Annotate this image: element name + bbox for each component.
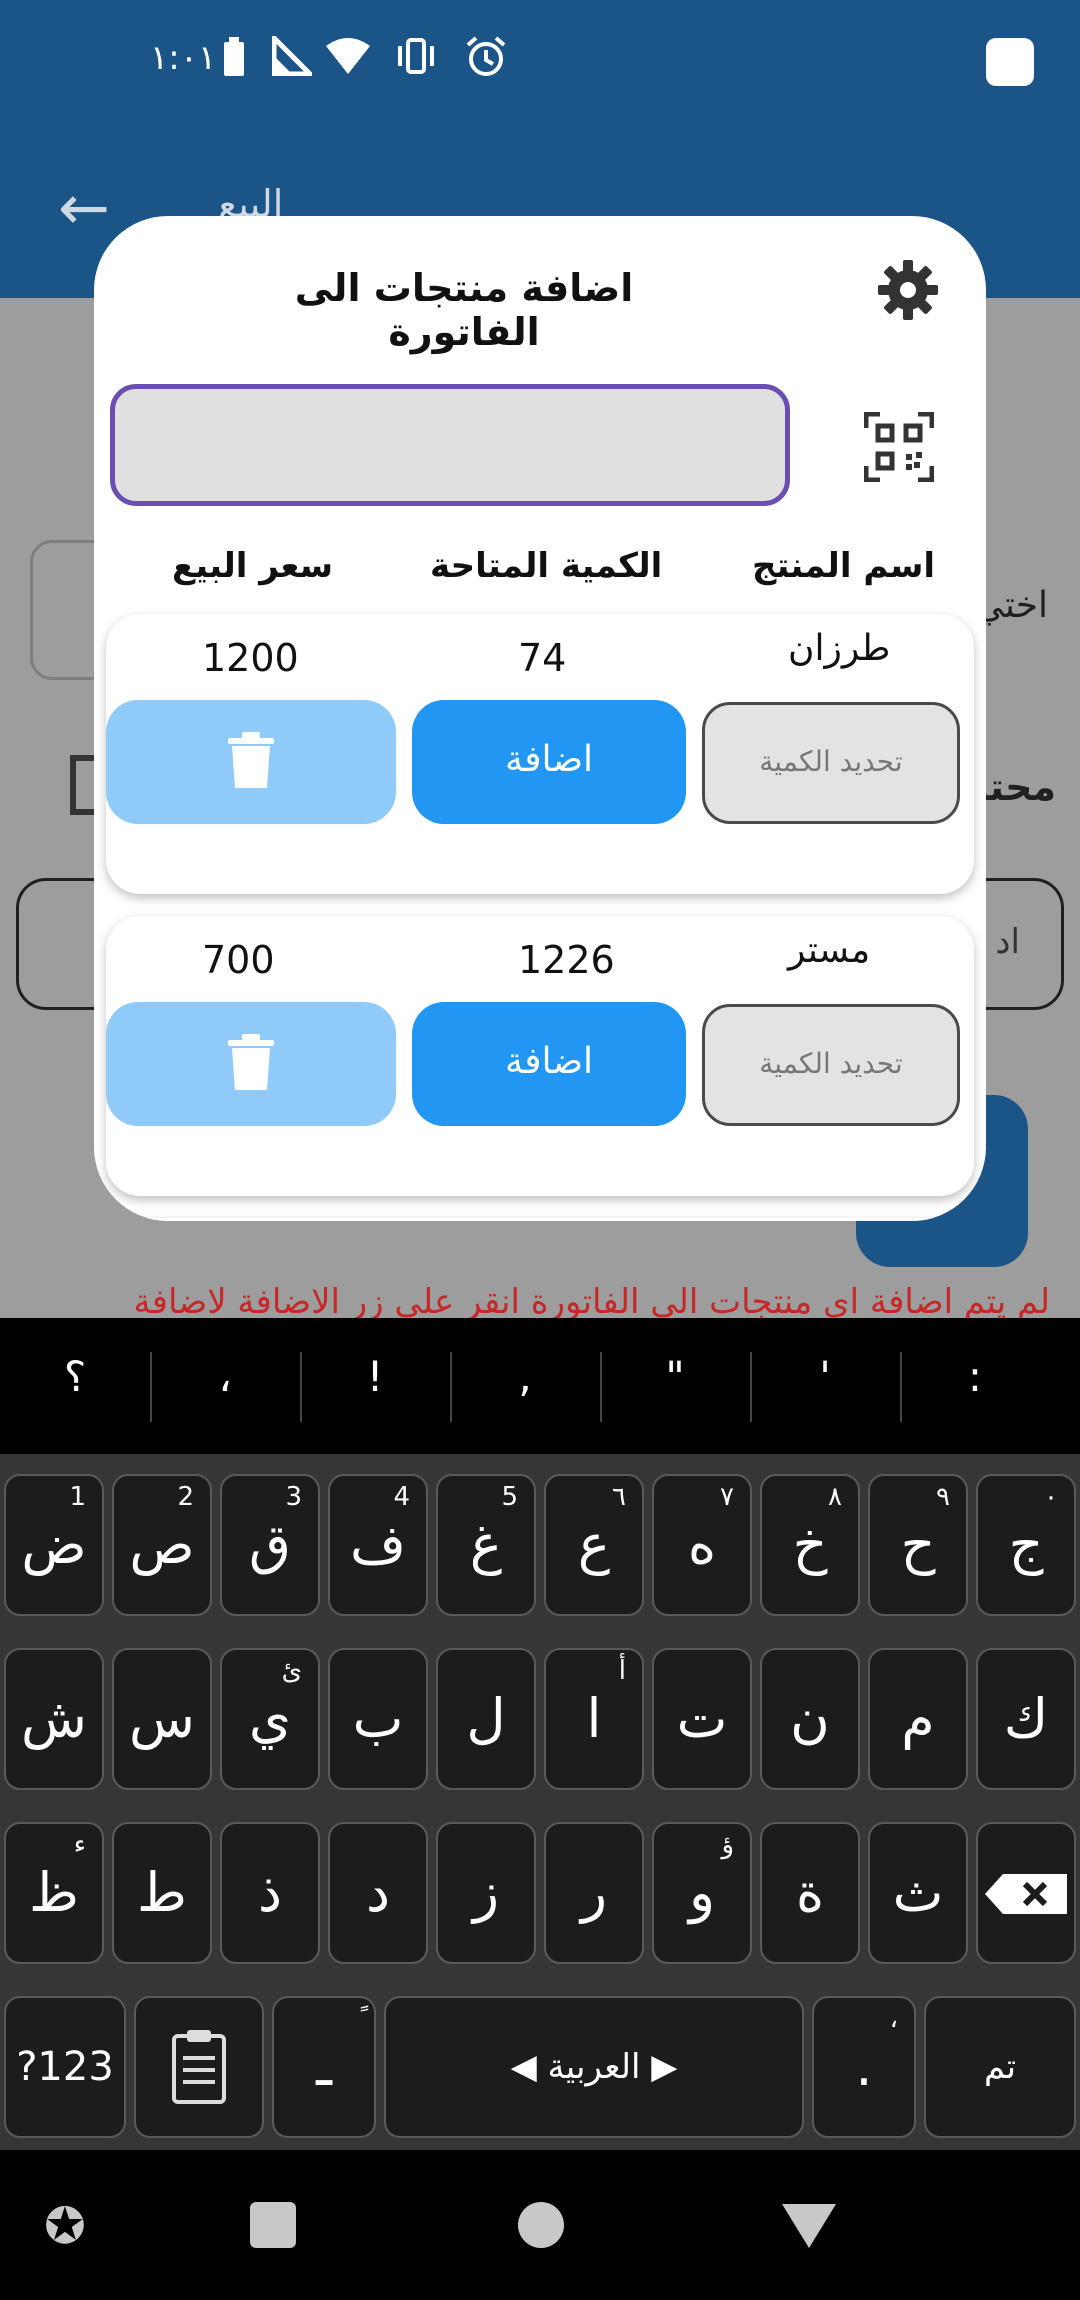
key-dhal[interactable]: ذ: [220, 1822, 320, 1964]
key-dal[interactable]: د: [328, 1822, 428, 1964]
key-ta-marbuta[interactable]: ة: [760, 1822, 860, 1964]
key-sin[interactable]: س: [112, 1648, 212, 1790]
dialog-title: اضافة منتجات الى الفاتورة: [294, 266, 634, 354]
key-shin[interactable]: ش: [4, 1648, 104, 1790]
gear-icon[interactable]: [876, 258, 940, 322]
battery-icon: [222, 36, 246, 87]
key-tha[interactable]: ث: [868, 1822, 968, 1964]
wifi-icon: [324, 36, 372, 85]
clipboard-icon: [172, 2030, 226, 2104]
key-sad[interactable]: ص2: [112, 1474, 212, 1616]
key-fa[interactable]: ف4: [328, 1474, 428, 1616]
column-header-price: سعر البيع: [172, 546, 334, 586]
suggestion-item[interactable]: !: [300, 1352, 450, 1401]
key-ya[interactable]: يئ: [220, 1648, 320, 1790]
column-header-name: اسم المنتج: [752, 546, 936, 586]
status-bar: ١:٠١: [0, 0, 1080, 120]
key-ra[interactable]: ر: [544, 1822, 644, 1964]
done-key[interactable]: تم: [924, 1996, 1076, 2138]
navigation-bar: ✪: [0, 2150, 1080, 2300]
add-products-dialog: اضافة منتجات الى الفاتورة سعر البيع الكم…: [94, 216, 986, 1221]
key-mim[interactable]: م: [868, 1648, 968, 1790]
key-kha[interactable]: خ٨: [760, 1474, 860, 1616]
suggestion-item[interactable]: ,: [450, 1352, 600, 1401]
accessibility-icon[interactable]: ✪: [44, 2198, 86, 2254]
key-kaf[interactable]: ك: [976, 1648, 1076, 1790]
home-icon[interactable]: [518, 2202, 564, 2248]
key-za[interactable]: ظء: [4, 1822, 104, 1964]
period-key[interactable]: . ،: [812, 1996, 916, 2138]
backspace-key[interactable]: [976, 1822, 1076, 1964]
product-card-partial: [106, 1218, 974, 1221]
column-header-qty: الكمية المتاحة: [430, 546, 663, 586]
product-price: 1200: [202, 636, 299, 680]
notification-indicator: [986, 38, 1034, 86]
key-dad[interactable]: ض1: [4, 1474, 104, 1616]
vibrate-icon: [394, 36, 438, 85]
background-input-text: اد: [995, 922, 1020, 962]
alarm-icon: [464, 36, 508, 87]
suggestion-item[interactable]: ': [750, 1352, 900, 1401]
trash-icon: [228, 732, 274, 788]
key-zay[interactable]: ز: [436, 1822, 536, 1964]
keyboard-keys: ض1 ص2 ق3 ف4 غ5 ع٦ ه٧ خ٨ ح٩ ج٠ ش س يئ ب ل…: [0, 1454, 1080, 2150]
background-error-text: لم يتم اضافة اي منتجات الى الفاتورة انقر…: [133, 1282, 1051, 1322]
key-ha[interactable]: ه٧: [652, 1474, 752, 1616]
trash-icon: [228, 1034, 274, 1090]
quantity-input[interactable]: تحديد الكمية: [702, 1004, 960, 1126]
delete-button[interactable]: [106, 700, 396, 824]
clipboard-key[interactable]: [134, 1996, 264, 2138]
key-waw[interactable]: وؤ: [652, 1822, 752, 1964]
product-card: 700 1226 مستر اضافة تحديد الكمية: [106, 916, 974, 1196]
symbols-key[interactable]: ?123: [4, 1996, 126, 2138]
product-available-qty: 74: [518, 636, 567, 680]
product-price: 700: [202, 938, 275, 982]
backspace-icon: [985, 1874, 1067, 1914]
back-icon[interactable]: [782, 2204, 836, 2248]
key-qaf[interactable]: ق3: [220, 1474, 320, 1616]
tatweel-key[interactable]: ـً: [272, 1996, 376, 2138]
suggestion-item[interactable]: ،: [150, 1352, 300, 1401]
product-card: 1200 74 طرزان اضافة تحديد الكمية: [106, 614, 974, 894]
key-ayn[interactable]: ع٦: [544, 1474, 644, 1616]
suggestion-item[interactable]: :: [900, 1352, 1050, 1401]
add-button[interactable]: اضافة: [412, 700, 686, 824]
keyboard: ؟ ، ! , " ' : ض1 ص2 ق3 ف4 غ5 ع٦ ه٧ خ٨ ح٩…: [0, 1318, 1080, 2150]
key-ba[interactable]: ب: [328, 1648, 428, 1790]
qr-scan-icon[interactable]: [864, 412, 934, 482]
signal-icon: [271, 31, 317, 85]
key-lam[interactable]: ل: [436, 1648, 536, 1790]
product-search-input[interactable]: [110, 384, 790, 506]
product-available-qty: 1226: [518, 938, 615, 982]
delete-button[interactable]: [106, 1002, 396, 1126]
add-button[interactable]: اضافة: [412, 1002, 686, 1126]
product-name: مستر: [788, 930, 871, 971]
key-ghayn[interactable]: غ5: [436, 1474, 536, 1616]
key-alif[interactable]: اأ: [544, 1648, 644, 1790]
key-tta[interactable]: ط: [112, 1822, 212, 1964]
suggestion-item[interactable]: ": [600, 1352, 750, 1401]
key-hha[interactable]: ح٩: [868, 1474, 968, 1616]
back-arrow-icon[interactable]: ←: [58, 177, 110, 239]
suggestion-item[interactable]: ؟: [0, 1352, 150, 1401]
recents-icon[interactable]: [250, 2202, 296, 2248]
space-key[interactable]: ◀ العربية ▶: [384, 1996, 804, 2138]
quantity-input[interactable]: تحديد الكمية: [702, 702, 960, 824]
key-nun[interactable]: ن: [760, 1648, 860, 1790]
key-ta[interactable]: ت: [652, 1648, 752, 1790]
suggestion-bar: ؟ ، ! , " ' :: [0, 1318, 1080, 1454]
status-time: ١:٠١: [150, 38, 217, 78]
key-jim[interactable]: ج٠: [976, 1474, 1076, 1616]
product-name: طرزان: [788, 628, 891, 669]
